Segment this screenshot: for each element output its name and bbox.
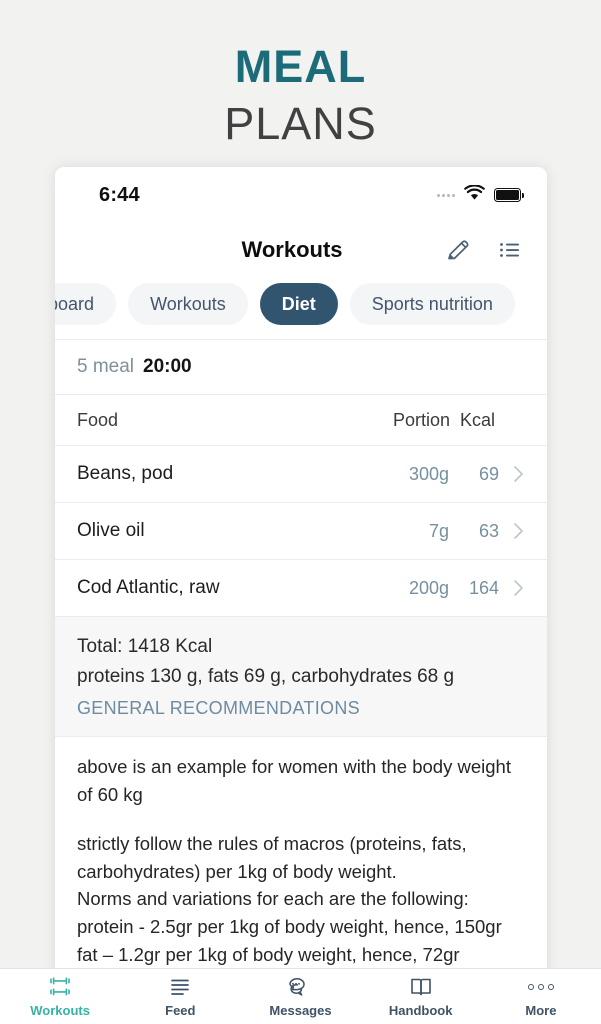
bottom-tab-label: More	[525, 1002, 557, 1018]
food-name: Cod Atlantic, raw	[77, 577, 220, 598]
meal-time: 20:00	[143, 356, 192, 377]
food-portion: 300g	[408, 463, 449, 484]
table-row[interactable]: Cod Atlantic, raw 200g 164	[55, 559, 547, 616]
tab-sports-nutrition[interactable]: Sports nutrition	[349, 283, 515, 325]
bottom-tab-handbook[interactable]: Handbook	[361, 976, 481, 1018]
bottom-tab-bar[interactable]: Workouts Feed Messages Handbook More	[0, 968, 601, 1024]
status-indicators	[437, 183, 524, 206]
table-row[interactable]: Beans, pod 300g 69	[55, 445, 547, 502]
tab-diet[interactable]: Diet	[259, 283, 338, 325]
open-book-icon	[409, 976, 433, 998]
copy-paragraph-1: above is an example for women with the b…	[77, 756, 511, 806]
page-title-line2: PLANS	[224, 98, 377, 149]
status-time: 6:44	[99, 183, 140, 206]
dumbbell-icon	[47, 976, 73, 998]
tab-dashboard[interactable]: ashboard	[55, 283, 117, 325]
totals-summary: Total: 1418 Kcal proteins 130 g, fats 69…	[55, 616, 547, 737]
food-name: Beans, pod	[77, 463, 174, 484]
chat-bubble-icon	[287, 976, 315, 998]
bottom-tab-label: Handbook	[388, 1002, 453, 1018]
total-kcal: Total: 1418 Kcal	[77, 636, 213, 657]
bottom-tab-workouts[interactable]: Workouts	[0, 976, 120, 1018]
chevron-right-icon[interactable]	[499, 464, 525, 484]
food-portion: 7g	[428, 520, 449, 541]
signal-dots-icon	[437, 193, 455, 197]
food-kcal: 69	[478, 463, 499, 484]
nav-actions	[443, 235, 525, 265]
column-headers-right: Portion Kcal	[393, 410, 525, 431]
status-bar: 6:44	[55, 167, 547, 223]
bottom-tab-messages[interactable]: Messages	[240, 976, 360, 1018]
wifi-icon	[464, 183, 485, 206]
column-header-portion: Portion	[392, 410, 450, 430]
bottom-tab-label: Feed	[165, 1002, 196, 1018]
column-header-food: Food	[77, 410, 119, 430]
chevron-right-icon[interactable]	[499, 578, 525, 598]
list-menu-icon[interactable]	[495, 235, 525, 265]
table-row[interactable]: Olive oil 7g 63	[55, 502, 547, 559]
page-title-line1: MEAL	[234, 41, 367, 92]
bottom-tab-label: Messages	[269, 1002, 332, 1018]
table-column-headers: Food Portion Kcal	[55, 394, 547, 445]
more-dots-icon	[527, 976, 554, 998]
food-kcal: 63	[478, 520, 499, 541]
general-recommendations-link[interactable]: GENERAL RECOMMENDATIONS	[77, 692, 525, 722]
food-name: Olive oil	[77, 520, 145, 541]
pencil-icon[interactable]	[443, 235, 473, 265]
macros-summary: proteins 130 g, fats 69 g, carbohydrates…	[77, 666, 455, 688]
nav-title: Workouts	[241, 237, 343, 262]
page-title: MEAL PLANS	[0, 0, 601, 146]
feed-lines-icon	[167, 976, 193, 998]
battery-full-icon	[494, 188, 524, 202]
food-kcal: 164	[468, 577, 499, 598]
bottom-tab-more[interactable]: More	[481, 976, 601, 1018]
bottom-tab-label: Workouts	[30, 1002, 90, 1018]
food-portion: 200g	[408, 577, 449, 598]
app-nav-bar: Workouts	[55, 223, 547, 277]
column-header-kcal: Kcal	[459, 410, 495, 430]
phone-screenshot-card: 6:44 Workouts oard Workouts Diet Sports …	[55, 167, 547, 1024]
chevron-right-icon[interactable]	[499, 521, 525, 541]
meal-header: 5 meal 20:00	[55, 339, 547, 394]
tab-workouts[interactable]: Workouts	[128, 283, 248, 325]
category-tab-strip[interactable]: ashboard Workouts Diet Sports nutrition	[55, 277, 547, 339]
meal-count-label: 5 meal	[77, 356, 135, 377]
bottom-tab-feed[interactable]: Feed	[120, 976, 240, 1018]
